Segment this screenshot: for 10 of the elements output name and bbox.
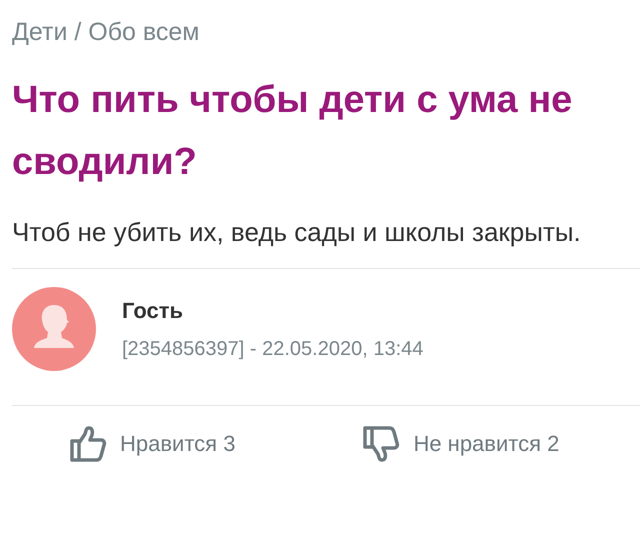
post-title: Что пить чтобы дети с ума не сводили?	[12, 78, 574, 185]
author-name: Гость	[122, 298, 184, 324]
post-text: Чтоб не убить их, ведь сады и школы закрыты.	[12, 216, 582, 249]
post-meta: [2354856397] - 22.05.2020, 13:44	[122, 338, 424, 360]
like-button[interactable]: Нравится 3	[68, 424, 236, 464]
avatar-icon	[12, 287, 96, 371]
thumbs-down-icon	[361, 424, 402, 464]
breadcrumb[interactable]: Дети / Обо всем	[12, 18, 640, 47]
dislike-button[interactable]: Не нравится 2	[361, 424, 560, 464]
thumbs-up-icon	[68, 424, 108, 464]
